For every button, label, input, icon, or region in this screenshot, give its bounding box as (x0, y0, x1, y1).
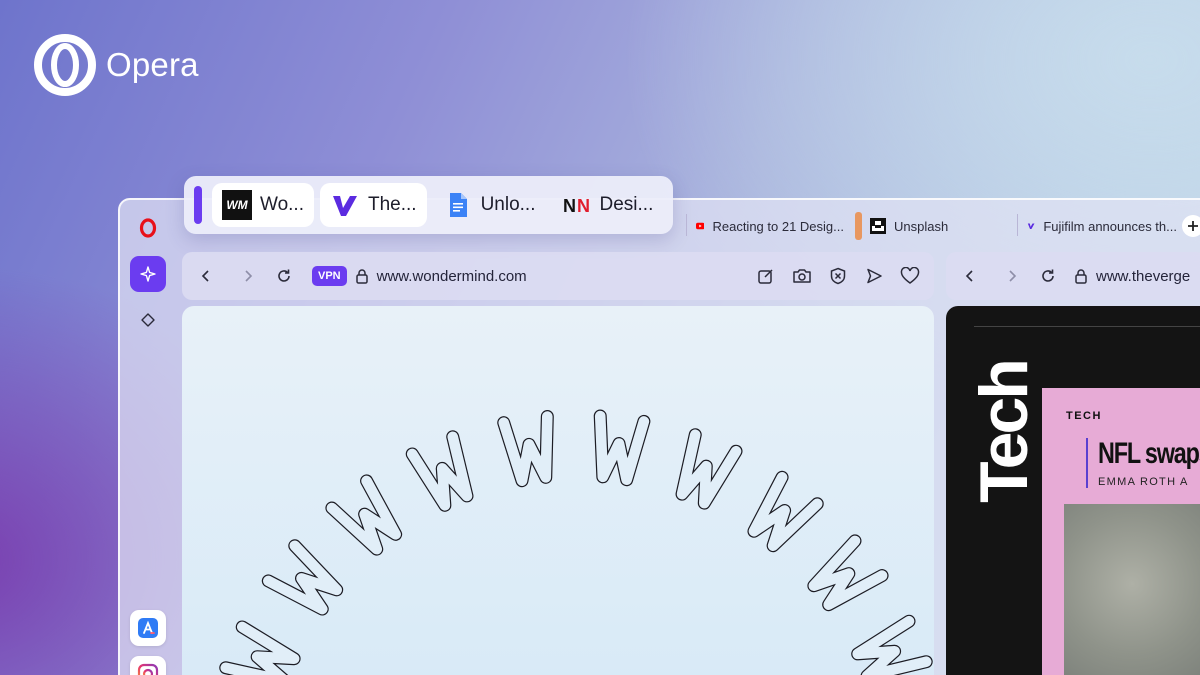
tab-island-marker (194, 186, 202, 224)
snapshot-button[interactable] (748, 258, 784, 294)
wave-letter (593, 409, 651, 487)
back-icon (965, 270, 973, 282)
aria-sparkle-icon (140, 266, 156, 282)
opera-icon (139, 218, 157, 238)
tab-label: Reacting to 21 Desig... (712, 218, 844, 234)
wave-letter (325, 474, 403, 556)
wave-letter (405, 430, 474, 512)
section-vertical-title: Tech (966, 361, 1042, 503)
verge-page: Tech TECH NFL swaps f EMMA ROTH A (946, 306, 1200, 675)
forward-button[interactable] (994, 258, 1030, 294)
tab-island: WM Wo... The... Unlo... N N Desi... (184, 176, 673, 234)
vpn-badge[interactable]: VPN (312, 266, 347, 286)
verge-divider (974, 326, 1200, 327)
island-tab-docs[interactable]: Unlo... (433, 183, 546, 227)
unsplash-icon (870, 218, 886, 234)
article-headline[interactable]: NFL swaps f (1098, 438, 1200, 470)
island-tab-wondermind[interactable]: WM Wo... (212, 183, 314, 227)
svg-text:WM: WM (226, 198, 248, 212)
wondermind-wave-graphic (219, 409, 933, 675)
section-label: TECH (1066, 410, 1102, 422)
send-icon (867, 268, 882, 284)
lock-icon (1075, 269, 1087, 284)
tab-youtube[interactable]: Reacting to 21 Desig... (696, 208, 844, 244)
island-tab-nngroup[interactable]: N N Desi... (552, 183, 664, 227)
app-store-icon (138, 618, 158, 638)
aria-button[interactable] (130, 256, 166, 292)
brand-name: Opera (106, 46, 199, 83)
island-tab-label: Unlo... (480, 194, 536, 215)
sidebar-diamond-button[interactable] (130, 302, 166, 338)
wondermind-icon: WM (222, 190, 252, 220)
forward-icon (1009, 270, 1017, 282)
back-button[interactable] (188, 258, 224, 294)
headline-block: NFL swaps f EMMA ROTH A (1086, 438, 1200, 488)
youtube-icon (696, 222, 705, 230)
opera-logo-icon (34, 34, 96, 96)
tab-separator (1017, 214, 1018, 236)
tab-fujifilm[interactable]: Fujifilm announces th... (1027, 208, 1177, 244)
diamond-icon (141, 313, 155, 327)
tab-label: Fujifilm announces th... (1043, 218, 1177, 234)
island-tab-label: Wo... (260, 194, 304, 215)
wave-letter (851, 614, 933, 675)
camera-icon (793, 269, 811, 283)
article-byline: EMMA ROTH A (1098, 476, 1189, 488)
url-field[interactable]: www.wondermind.com (377, 268, 527, 285)
sidebar-app-store[interactable] (130, 610, 166, 646)
plus-icon (1188, 221, 1198, 231)
island-tab-verge[interactable]: The... (320, 183, 427, 227)
instagram-icon (137, 663, 159, 675)
wave-letter (747, 470, 824, 553)
tracker-blocker-button[interactable] (820, 258, 856, 294)
wave-letter (675, 428, 743, 510)
section-vertical-text: Tech (966, 361, 1043, 503)
island-tab-label: The... (368, 194, 417, 215)
wave-letter (219, 620, 301, 675)
reload-icon (278, 269, 290, 282)
verge-icon (330, 190, 360, 220)
wondermind-page (182, 306, 934, 675)
article-photo (1064, 504, 1200, 675)
nn-group-icon: N N (562, 190, 592, 220)
address-bar-left: VPN www.wondermind.com (182, 252, 934, 300)
svg-text:N: N (577, 196, 590, 216)
back-button[interactable] (952, 258, 988, 294)
reload-button[interactable] (266, 258, 302, 294)
url-field[interactable]: www.theverge (1096, 268, 1190, 285)
heart-icon (900, 267, 920, 284)
google-docs-icon (443, 190, 473, 220)
snapshot-edit-icon (758, 269, 773, 284)
article-card[interactable]: TECH NFL swaps f EMMA ROTH A (1042, 388, 1200, 675)
new-tab-button[interactable] (1182, 215, 1200, 237)
reload-icon (1042, 269, 1054, 282)
wave-letter (497, 410, 554, 488)
reload-button[interactable] (1030, 258, 1066, 294)
opera-logo: Opera (34, 34, 199, 96)
favorite-button[interactable] (892, 258, 928, 294)
forward-button[interactable] (230, 258, 266, 294)
address-bar-right: www.theverge (946, 252, 1200, 300)
camera-button[interactable] (784, 258, 820, 294)
wave-letter (261, 539, 344, 616)
island-tab-label: Desi... (599, 194, 654, 215)
forward-icon (245, 270, 253, 282)
sidebar (122, 210, 174, 675)
tab-separator (686, 214, 687, 236)
tab-unsplash[interactable]: Unsplash (855, 208, 1015, 244)
lock-icon (355, 269, 368, 284)
send-button[interactable] (856, 258, 892, 294)
tab-island-color-bar (855, 212, 862, 240)
back-icon (201, 270, 209, 282)
opera-menu-button[interactable] (130, 210, 166, 246)
sidebar-instagram[interactable] (130, 656, 166, 675)
shield-x-icon (830, 267, 846, 285)
svg-text:N: N (563, 196, 576, 216)
wave-letter (807, 534, 889, 612)
verge-icon (1027, 223, 1035, 230)
tab-label: Unsplash (894, 218, 949, 234)
